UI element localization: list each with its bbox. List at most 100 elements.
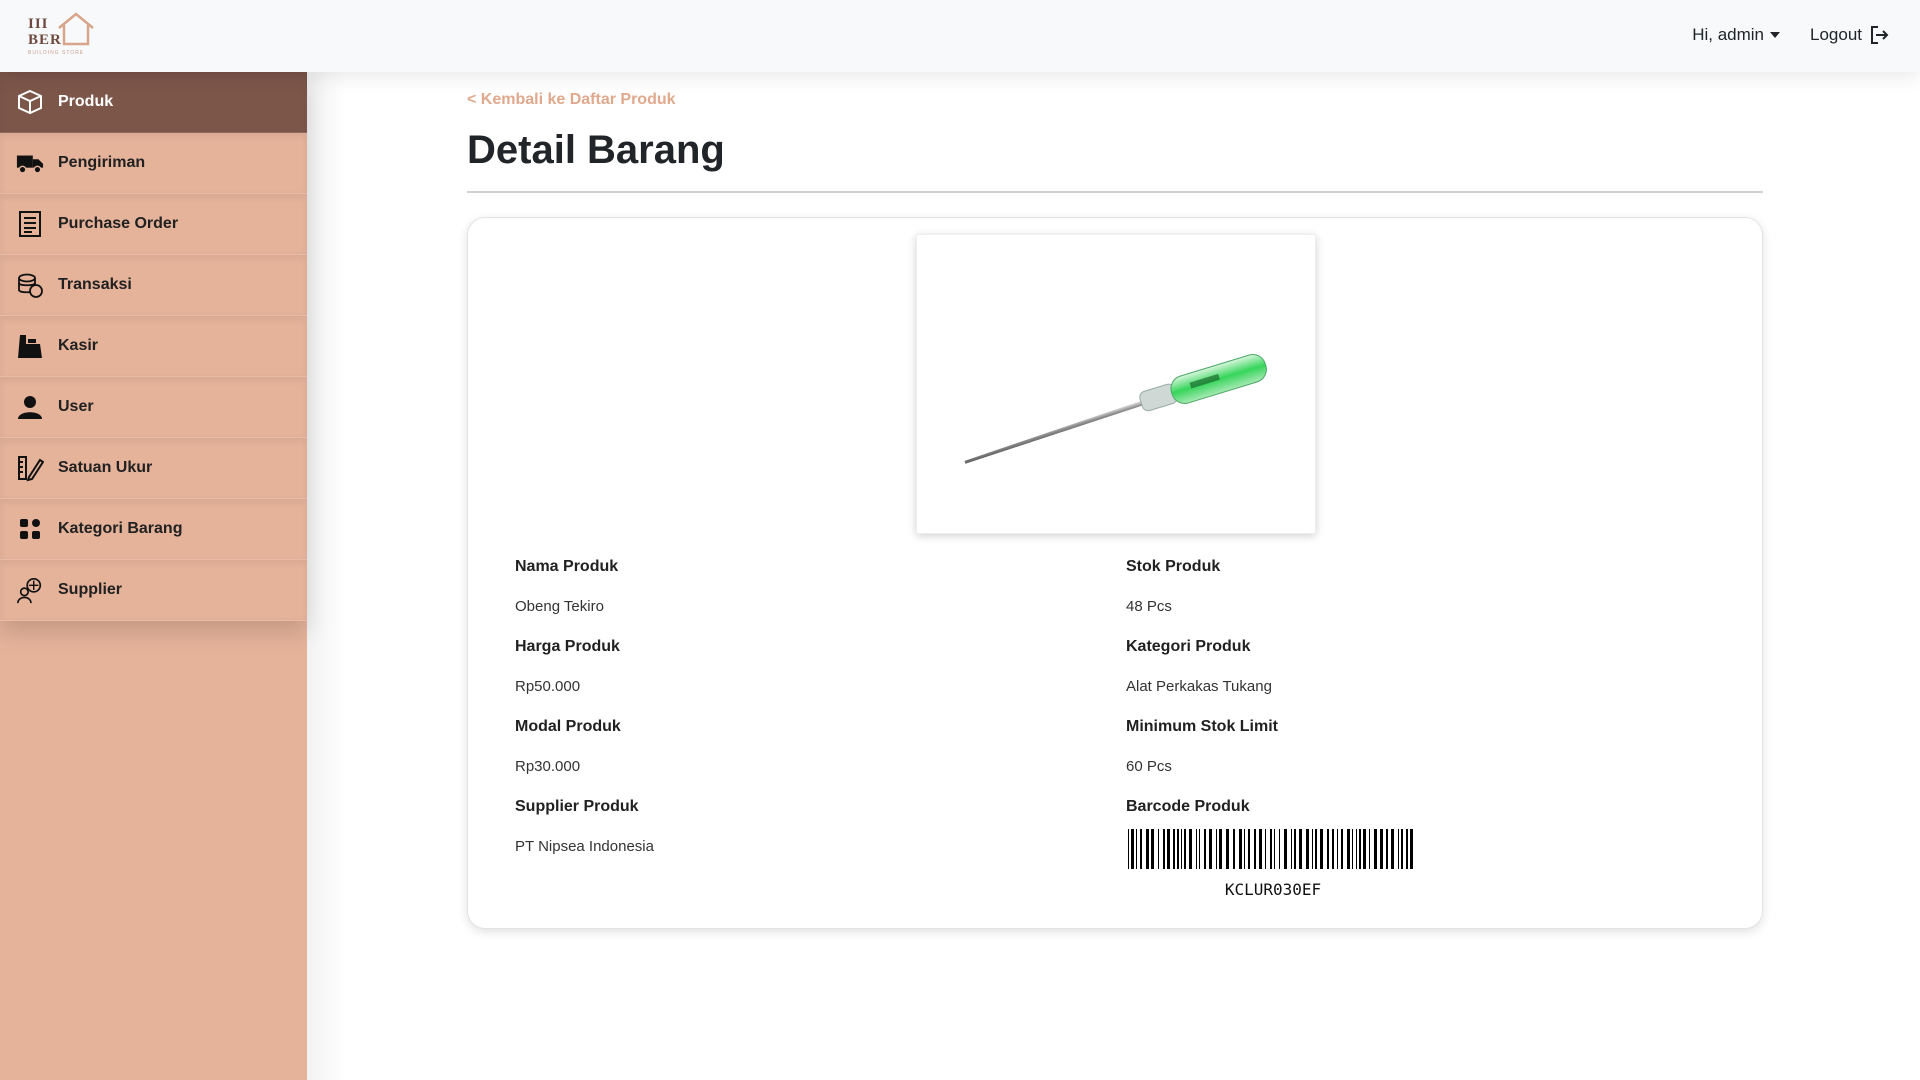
brand-logo[interactable]: III BER BUILDING STORE	[26, 10, 98, 58]
barcode-bar	[1380, 829, 1383, 869]
barcode-bar	[1259, 829, 1262, 869]
sidebar: Produk Pengiriman Purchase Order Transak…	[0, 72, 307, 1080]
barcode-bar	[1248, 829, 1250, 869]
barcode-image	[1128, 829, 1413, 869]
sidebar-item-supplier[interactable]: Supplier	[0, 560, 307, 621]
barcode-bar	[1312, 829, 1313, 869]
barcode-bar	[1332, 829, 1334, 869]
sidebar-item-produk[interactable]: Produk	[0, 72, 307, 133]
sidebar-item-transaksi[interactable]: Transaksi	[0, 255, 307, 316]
barcode-bar	[1128, 829, 1129, 869]
barcode-bar	[1216, 829, 1217, 869]
user-dropdown[interactable]: Hi, admin	[1692, 25, 1780, 45]
logout-button[interactable]: Logout	[1810, 24, 1890, 46]
title-divider	[467, 191, 1763, 193]
field-value-modal-produk: Rp30.000	[515, 758, 581, 775]
barcode-bar	[1359, 829, 1361, 869]
field-label-stok-produk: Stok Produk	[1126, 558, 1221, 575]
sidebar-item-pengiriman[interactable]: Pengiriman	[0, 133, 307, 194]
top-navbar: III BER BUILDING STORE Hi, admin Logout	[0, 0, 1920, 72]
barcode-bar	[1151, 829, 1154, 869]
barcode-bar	[1306, 829, 1309, 869]
main-content: < Kembali ke Daftar Produk Detail Barang	[307, 72, 1920, 1080]
product-info-right: Stok Produk 48 Pcs Kategori Produk Alat …	[1126, 555, 1686, 899]
barcode-bar	[1136, 829, 1137, 869]
barcode-bar	[1341, 829, 1343, 869]
screwdriver-image	[964, 354, 1267, 464]
barcode-bar	[1244, 829, 1245, 869]
field-label-supplier-produk: Supplier Produk	[515, 798, 639, 815]
barcode-bar	[1146, 829, 1149, 869]
barcode-bar	[1226, 829, 1229, 869]
chevron-down-icon	[1770, 32, 1780, 38]
barcode-bar	[1352, 829, 1353, 869]
logout-icon	[1871, 26, 1889, 44]
barcode-bar	[1410, 829, 1413, 869]
sidebar-item-kasir[interactable]: Kasir	[0, 316, 307, 377]
barcode-bar	[1294, 829, 1296, 869]
barcode-bar	[1140, 829, 1142, 869]
field-label-harga-produk: Harga Produk	[515, 638, 620, 655]
sidebar-item-user[interactable]: User	[0, 377, 307, 438]
barcode-bar	[1158, 829, 1159, 869]
field-value-nama-produk: Obeng Tekiro	[515, 598, 604, 615]
field-value-stok-produk: 48 Pcs	[1126, 598, 1172, 615]
field-label-minimum-stok-limit: Minimum Stok Limit	[1126, 718, 1278, 735]
barcode-bar	[1284, 829, 1287, 869]
logout-label: Logout	[1810, 25, 1862, 44]
sidebar-item-label: Purchase Order	[58, 215, 179, 232]
product-image	[916, 234, 1316, 534]
sidebar-item-satuan-ukur[interactable]: Satuan Ukur	[0, 438, 307, 499]
barcode-bar	[1270, 829, 1272, 869]
sidebar-item-label: Pengiriman	[58, 154, 146, 171]
barcode-bar	[1233, 829, 1235, 869]
field-label-nama-produk: Nama Produk	[515, 558, 619, 575]
field-value-supplier-produk: PT Nipsea Indonesia	[515, 838, 654, 855]
barcode-bar	[1299, 829, 1302, 869]
barcode-bar	[1291, 829, 1292, 869]
back-to-product-list-link[interactable]: < Kembali ke Daftar Produk	[467, 91, 676, 109]
user-icon	[16, 393, 44, 421]
barcode: KCLUR030EF	[1126, 829, 1426, 899]
box-icon	[16, 88, 44, 116]
barcode-value: KCLUR030EF	[1224, 880, 1322, 899]
sidebar-item-label: Kasir	[58, 337, 99, 354]
page-title: Detail Barang	[467, 128, 725, 172]
barcode-bar	[1363, 829, 1366, 869]
barcode-bar	[1254, 829, 1256, 869]
product-info-left: Nama Produk Obeng Tekiro Harga Produk Rp…	[515, 555, 1075, 875]
barcode-bar	[1369, 829, 1370, 869]
barcode-bar	[1320, 829, 1323, 869]
supplier-icon	[16, 576, 44, 604]
barcode-bar	[1173, 829, 1175, 869]
user-greeting: Hi, admin	[1692, 25, 1764, 44]
barcode-bar	[1209, 829, 1212, 869]
field-label-barcode-produk: Barcode Produk	[1126, 798, 1250, 815]
sidebar-menu: Produk Pengiriman Purchase Order Transak…	[0, 72, 307, 621]
sidebar-item-label: User	[58, 398, 94, 415]
barcode-bar	[1163, 829, 1165, 869]
sidebar-item-label: Produk	[58, 93, 114, 110]
barcode-bar	[1315, 829, 1317, 869]
barcode-bar	[1265, 829, 1266, 869]
cashier-icon	[16, 332, 44, 360]
sidebar-item-kategori-barang[interactable]: Kategori Barang	[0, 499, 307, 560]
ruler-pencil-icon	[16, 454, 44, 482]
truck-icon	[16, 149, 44, 177]
barcode-bar	[1337, 829, 1338, 869]
sidebar-item-label: Supplier	[58, 581, 123, 598]
barcode-bar	[1204, 829, 1206, 869]
sidebar-item-label: Transaksi	[58, 276, 132, 293]
house-logo-icon	[58, 12, 94, 46]
field-label-kategori-produk: Kategori Produk	[1126, 638, 1251, 655]
sidebar-item-label: Kategori Barang	[58, 520, 183, 537]
barcode-bar	[1199, 829, 1200, 869]
barcode-bar	[1401, 829, 1403, 869]
barcode-bar	[1184, 829, 1186, 869]
barcode-bar	[1391, 829, 1394, 869]
field-label-modal-produk: Modal Produk	[515, 718, 621, 735]
barcode-bar	[1347, 829, 1350, 869]
barcode-bar	[1167, 829, 1170, 869]
sidebar-item-purchase-order[interactable]: Purchase Order	[0, 194, 307, 255]
field-value-minimum-stok-limit: 60 Pcs	[1126, 758, 1172, 775]
